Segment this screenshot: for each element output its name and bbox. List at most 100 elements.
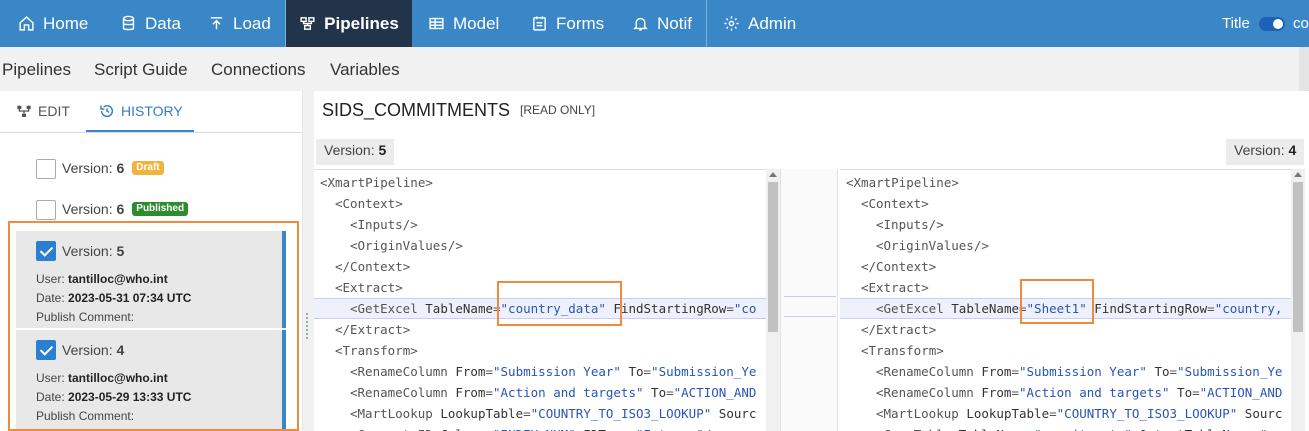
code-token: "ACTION_AND (673, 385, 757, 400)
code-token: Column (440, 427, 485, 431)
scroll-up-icon[interactable] (769, 172, 777, 177)
subnav-connections[interactable]: Connections (211, 60, 306, 80)
code-token: Sourc (1237, 406, 1283, 421)
scrollbar-thumb[interactable] (768, 182, 778, 332)
scrollbar[interactable] (766, 169, 780, 431)
code-token: "INDEX_NUM" (493, 427, 576, 431)
version-checkbox[interactable] (36, 159, 56, 179)
code-token: "co (1260, 427, 1283, 431)
home-icon (19, 16, 34, 31)
code-token: IDType (576, 427, 628, 431)
nav-pipelines[interactable]: Pipelines (286, 0, 412, 47)
code-token: <Inputs/> (350, 217, 418, 232)
divider (0, 132, 302, 133)
code-token: LookupTable (440, 406, 524, 421)
code-token: To (620, 364, 644, 379)
nav-home[interactable]: Home (18, 0, 88, 47)
code-token: "Action and targets" (493, 385, 644, 400)
tab-history[interactable]: HISTORY (99, 101, 183, 121)
code-token: Sourc (711, 406, 757, 421)
scrollbar-thumb[interactable] (1293, 182, 1303, 332)
nav-admin[interactable]: Admin (723, 0, 796, 47)
version-checkbox[interactable] (36, 200, 56, 220)
code-token: FindStartingRow (605, 301, 727, 316)
subnav-pipelines[interactable]: Pipelines (2, 60, 71, 80)
gear-icon (724, 16, 739, 31)
code-token: <OriginValues/> (350, 238, 463, 253)
code-token: FindStartingRow (1086, 301, 1208, 316)
code-token: To (643, 385, 667, 400)
code-line: <CopyTable TableName="commitments" Outpu… (876, 424, 1282, 431)
code-token: "Submission Year" (1019, 364, 1147, 379)
code-line: </Context> (335, 256, 410, 277)
toggle-text: co (1293, 15, 1309, 32)
resize-grip-icon[interactable] (306, 313, 310, 339)
code-line: <RenameColumn From="Action and targets" … (876, 382, 1282, 403)
code-line: <Extract> (335, 277, 403, 298)
pipeline-icon (300, 17, 315, 30)
published-badge: Published (132, 202, 189, 216)
panel-resize-handle[interactable] (302, 91, 314, 431)
code-token: <RenameColumn (350, 385, 456, 400)
page-title: SIDS_COMMITMENTS (322, 100, 511, 120)
edit-tree-icon (17, 105, 31, 117)
nav-separator (706, 0, 707, 47)
nav-model[interactable]: Model (428, 0, 499, 47)
code-token: <Inputs/> (876, 217, 944, 232)
sub-nav: Pipelines Script Guide Connections Varia… (0, 47, 1309, 91)
code-token: "COUNTRY_TO_ISO3_LOOKUP" (530, 406, 712, 421)
nav-notif[interactable]: Notif (632, 0, 692, 47)
draft-badge: Draft (132, 161, 164, 175)
code-token: = (1011, 364, 1019, 379)
tab-edit[interactable]: EDIT (16, 101, 70, 121)
subnav-script-guide[interactable]: Script Guide (94, 60, 188, 80)
code-token: <Extract> (335, 280, 403, 295)
subnav-variables[interactable]: Variables (330, 60, 400, 80)
code-line: <OriginValues/> (350, 235, 463, 256)
code-line: <Transform> (335, 340, 418, 361)
code-token: <GenerateID (350, 427, 440, 431)
changed-value-highlight (497, 281, 622, 326)
code-token: <GetExcel (350, 301, 426, 316)
code-token: </Context> (861, 259, 937, 274)
code-token: "Action and targets" (1019, 385, 1170, 400)
code-token: = (485, 385, 493, 400)
code-line: <RenameColumn From="Action and targets" … (350, 382, 756, 403)
code-token: = (1011, 385, 1019, 400)
code-token: "country, (1214, 301, 1283, 316)
code-token: <Transform> (861, 343, 944, 358)
code-line: <Extract> (861, 277, 929, 298)
scrollbar[interactable] (1291, 169, 1305, 431)
title-toggle[interactable] (1259, 17, 1285, 31)
code-token: <Extract> (861, 280, 929, 295)
left-version-tab: Version: 5 (316, 139, 395, 165)
code-line: <Context> (861, 193, 929, 214)
code-token: OutputTableName (1132, 427, 1252, 431)
code-token: <RenameColumn (350, 364, 456, 379)
version-item[interactable]: Version: 6 Draft (62, 160, 164, 176)
nav-forms[interactable]: Forms (531, 0, 604, 47)
bell-icon (633, 17, 648, 31)
code-line: <Transform> (861, 340, 944, 361)
code-token: "commitments" (1034, 427, 1132, 431)
code-token: <XmartPipeline> (846, 175, 959, 190)
version-item[interactable]: Version: 6 Published (62, 201, 189, 217)
code-line: <RenameColumn From="Submission Year" To=… (350, 361, 756, 382)
scroll-up-icon[interactable] (1294, 172, 1302, 177)
code-token: /> (704, 427, 719, 431)
code-token: "Submission Year" (493, 364, 621, 379)
code-line: <XmartPipeline> (846, 172, 959, 193)
form-icon (533, 16, 546, 31)
code-token: "ACTION_AND (1199, 385, 1283, 400)
scrollbar[interactable] (1299, 47, 1309, 91)
code-token: <RenameColumn (876, 385, 982, 400)
nav-data[interactable]: Data (120, 0, 181, 47)
code-token: "co (733, 301, 757, 316)
code-token: "Submission_Ye (651, 364, 757, 379)
code-token: LookupTable (966, 406, 1050, 421)
nav-load[interactable]: Load (208, 0, 271, 47)
table-icon (429, 17, 444, 30)
code-token: From (455, 364, 486, 379)
code-line: <Inputs/> (876, 214, 944, 235)
code-token: <GetExcel (876, 301, 952, 316)
